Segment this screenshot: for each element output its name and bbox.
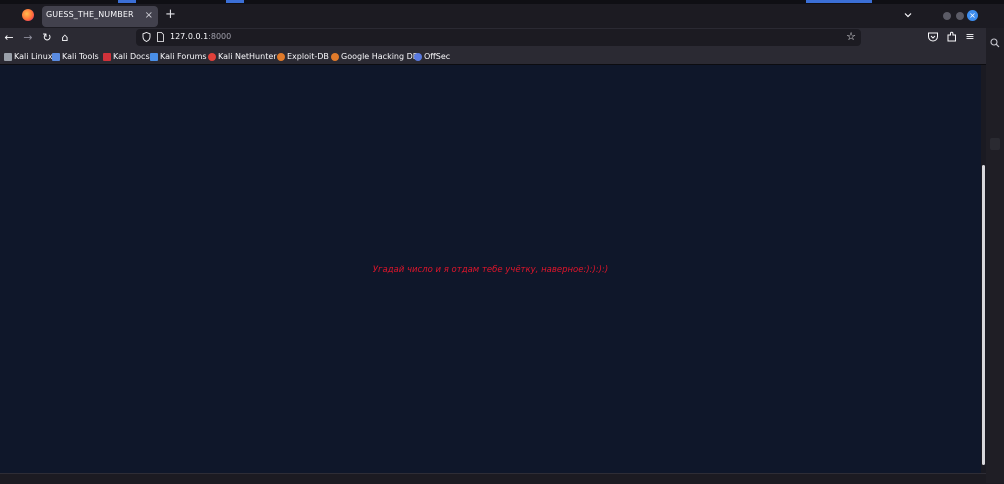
offsec-icon: [414, 52, 422, 61]
tab-guess-the-number[interactable]: GUESS_THE_NUMBER ×: [42, 6, 158, 27]
bookmark-kali-docs[interactable]: Kali Docs: [103, 51, 150, 62]
search-icon[interactable]: [990, 38, 1000, 48]
bookmark-label: Exploit-DB: [287, 52, 329, 61]
pocket-icon[interactable]: [927, 31, 939, 43]
kali-docs-icon: [103, 52, 111, 61]
os-indicator: [226, 0, 244, 3]
bookmark-label: Kali Linux: [14, 52, 53, 61]
extensions-icon[interactable]: [946, 31, 958, 43]
navigation-toolbar: ← → ↻ ⌂ 127.0.0.1:8000 ☆ ≡: [0, 28, 986, 48]
bookmark-google-hacking-db[interactable]: Google Hacking DB: [331, 51, 418, 62]
reload-button[interactable]: ↻: [40, 31, 54, 45]
side-panel-block: [990, 138, 1000, 150]
bookmarks-toolbar: Kali Linux Kali Tools Kali Docs Kali For…: [0, 48, 986, 65]
url-port: :8000: [208, 32, 232, 41]
url-bar[interactable]: 127.0.0.1:8000 ☆: [136, 29, 861, 46]
bookmark-label: Kali Tools: [62, 52, 99, 61]
bookmark-kali-nethunter[interactable]: Kali NetHunter: [208, 51, 277, 62]
bookmark-kali-tools[interactable]: Kali Tools: [52, 51, 99, 62]
window-close-button[interactable]: ×: [967, 10, 978, 21]
menu-icon[interactable]: ≡: [964, 31, 976, 43]
tab-close-icon[interactable]: ×: [145, 9, 153, 23]
shield-icon[interactable]: [142, 32, 151, 42]
kali-dragon-icon: [4, 52, 12, 61]
bookmark-label: Kali Forums: [160, 52, 207, 61]
page-content: Угадай число и я отдам тебе учётку, наве…: [0, 65, 981, 473]
bookmark-offsec[interactable]: OffSec: [414, 51, 450, 62]
bottom-bar: [0, 473, 986, 484]
bookmark-kali-linux[interactable]: Kali Linux: [4, 51, 53, 62]
home-button[interactable]: ⌂: [58, 31, 72, 45]
bookmark-label: OffSec: [424, 52, 451, 61]
page-icon: [157, 32, 164, 42]
bookmark-kali-forums[interactable]: Kali Forums: [150, 51, 207, 62]
exploit-db-icon: [277, 52, 285, 61]
kali-tools-icon: [52, 52, 60, 61]
side-strip: [986, 28, 1004, 483]
bookmark-label: Kali Docs: [113, 52, 150, 61]
maximize-button[interactable]: [956, 12, 964, 20]
nethunter-icon: [208, 52, 216, 61]
bookmark-label: Google Hacking DB: [341, 52, 419, 61]
tab-title: GUESS_THE_NUMBER: [46, 10, 134, 19]
firefox-icon: [22, 9, 34, 21]
back-button[interactable]: ←: [2, 31, 16, 45]
url-host: 127.0.0.1: [170, 32, 209, 41]
ghdb-icon: [331, 52, 339, 61]
bookmark-star-icon[interactable]: ☆: [846, 31, 856, 43]
url-text[interactable]: 127.0.0.1:8000: [170, 32, 231, 41]
page-message: Угадай число и я отдам тебе учётку, наве…: [372, 265, 609, 275]
kali-forums-icon: [150, 52, 158, 61]
bookmark-exploit-db[interactable]: Exploit-DB: [277, 51, 329, 62]
os-indicator: [118, 0, 136, 3]
bookmark-label: Kali NetHunter: [218, 52, 277, 61]
new-tab-button[interactable]: +: [165, 8, 176, 22]
forward-button[interactable]: →: [21, 31, 35, 45]
tab-bar: GUESS_THE_NUMBER × + ×: [0, 4, 1004, 28]
minimize-button[interactable]: [943, 12, 951, 20]
chevron-down-icon[interactable]: [903, 10, 913, 20]
scrollbar-thumb[interactable]: [982, 165, 985, 465]
os-indicator: [806, 0, 872, 3]
scrollbar[interactable]: [981, 65, 986, 473]
